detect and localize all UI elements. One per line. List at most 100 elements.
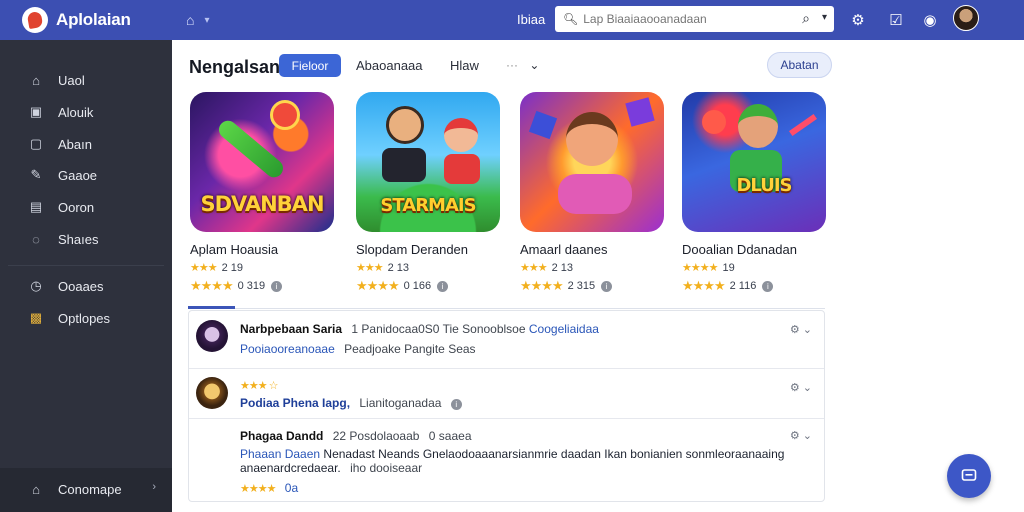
entry-actions[interactable]: ⚙ ⌄ <box>790 429 812 442</box>
sidebar-item-home[interactable]: ⌂ Uaol <box>0 65 172 95</box>
settings-icon[interactable]: ⚙ <box>848 10 868 30</box>
search-chevron-icon[interactable]: ▾ <box>822 12 827 23</box>
game-title[interactable]: Amaarl daanes <box>520 242 670 257</box>
sidebar-item-library[interactable]: ▢ Abaın <box>0 129 172 159</box>
image-icon: ▤ <box>29 199 43 214</box>
sidebar-item-label: Conomape <box>58 481 122 497</box>
tab-new[interactable]: Hlaw <box>450 58 479 73</box>
list-item[interactable]: ★★★ ☆ Podiaa Phena Iapg, Lianitoganadaa … <box>189 369 824 419</box>
review-stars: ★★★★ <box>520 278 564 293</box>
dropdown-dots-icon: ··· <box>506 58 518 72</box>
feed-tab-indicator <box>188 306 235 309</box>
entry-meta: Lianitoganadaa <box>359 396 442 410</box>
game-thumbnail[interactable]: STARMAIS <box>356 92 500 232</box>
entry-author[interactable]: Narbpebaan Saria <box>240 322 342 336</box>
search-box[interactable]: 🔍︎ ⌕ ▾ <box>555 6 834 32</box>
game-title[interactable]: Dooalian Ddanadan <box>682 242 832 257</box>
game-card[interactable]: Amaarl daanes ★★★ 2 13 ★★★★ 2 315 i <box>520 92 670 294</box>
entry-body: Nenadast Neands Gnelaodoaaanarsianmrie d… <box>240 447 785 475</box>
entry-rating-stars: ★★★★ <box>240 483 276 495</box>
chevron-right-icon[interactable]: › <box>152 481 156 493</box>
activity-feed: Narbpebaan Saria 1 Panidocaa0S0 Tie Sono… <box>188 310 825 502</box>
game-title[interactable]: Aplam Hoausia <box>190 242 340 257</box>
sidebar: ⌂ Uaol ▣ Alouik ▢ Abaın ✎ Gaaoe ▤ Ooron … <box>0 40 172 512</box>
entry-body-end: iho dooiseaar <box>350 461 423 475</box>
game-banner-text: DLUIS <box>736 175 792 196</box>
feed-divider <box>188 308 825 309</box>
info-icon[interactable]: i <box>450 399 462 410</box>
review-count: 2 315 <box>567 280 596 292</box>
sidebar-item-label: Ooaaes <box>58 278 104 294</box>
more-dropdown[interactable]: ··· ⌄ <box>506 58 539 72</box>
avatar[interactable] <box>196 320 228 352</box>
entry-sub-link[interactable]: Pooiaooreanoaae <box>240 342 335 356</box>
entry-title[interactable]: Podiaa Phena Iapg, <box>240 396 350 410</box>
entry-author[interactable]: Phagaa Dandd <box>240 429 323 443</box>
review-count: 0 319 <box>237 280 266 292</box>
info-icon[interactable]: i <box>601 280 613 292</box>
bag-icon: ▣ <box>29 104 43 119</box>
user-avatar[interactable] <box>953 5 979 31</box>
top-label[interactable]: Ibiaa <box>517 12 545 27</box>
tab-categories[interactable]: Abaoanaaa <box>356 58 423 73</box>
sidebar-item-components[interactable]: ⌂ Conomape <box>0 474 172 504</box>
list-item[interactable]: Phagaa Dandd 22 Posdolaoaab 0 saaea Phaa… <box>189 419 824 501</box>
game-thumbnail[interactable]: SDVANBAN <box>190 92 334 232</box>
sidebar-item-label: Optlopes <box>58 310 111 326</box>
sidebar-item-label: Alouik <box>58 104 94 120</box>
entry-actions[interactable]: ⚙ ⌄ <box>790 323 812 336</box>
review-count: 2 116 <box>729 280 757 292</box>
entry-rating-stars: ★★★ ☆ <box>240 380 279 392</box>
avatar[interactable] <box>196 377 228 409</box>
sidebar-item-store[interactable]: ▣ Alouik <box>0 97 172 127</box>
top-bar: Aplolaian ⌂ ▾ <box>0 0 1024 40</box>
search-submit-icon[interactable]: ⌕ <box>802 10 810 27</box>
entry-meta-2: 0 saaea <box>428 429 472 443</box>
sidebar-item-history[interactable]: ◷ Ooaaes <box>0 271 172 301</box>
entry-sub-text: Peadjoake Pangite Seas <box>344 342 476 356</box>
entry-link[interactable]: Coogeliaidaa <box>529 322 599 336</box>
app-name: Aplolaian <box>56 10 131 29</box>
info-icon[interactable]: i <box>762 280 774 292</box>
entry-actions[interactable]: ⚙ ⌄ <box>790 381 812 394</box>
tab-featured[interactable]: Fieloor <box>279 54 341 77</box>
list-item[interactable]: Narbpebaan Saria 1 Panidocaa0S0 Tie Sono… <box>189 311 824 369</box>
chevron-down-icon[interactable]: ▾ <box>204 15 209 26</box>
sidebar-item-games[interactable]: ✎ Gaaoe <box>0 160 172 190</box>
info-icon[interactable]: i <box>437 280 449 292</box>
game-card[interactable]: STARMAIS Slopdam Deranden ★★★ 2 13 ★★★★ 0 … <box>356 92 506 294</box>
sidebar-item-options[interactable]: ▩ Optlopes <box>0 303 172 333</box>
sidebar-divider <box>8 265 164 266</box>
rating-value: 19 <box>722 261 735 274</box>
gift-icon: ▩ <box>29 310 43 325</box>
rating-value: 2 13 <box>387 261 410 274</box>
chat-button[interactable] <box>947 454 991 498</box>
search-input[interactable] <box>583 12 774 26</box>
sidebar-item-label: Ooron <box>58 199 95 215</box>
action-button[interactable]: Abatan <box>767 52 832 78</box>
sidebar-item-label: Uaol <box>58 72 85 88</box>
sidebar-item-media[interactable]: ▤ Ooron <box>0 192 172 222</box>
game-banner-text: SDVANBAN <box>200 192 324 216</box>
sidebar-footer: ⌂ Conomape › <box>0 468 172 512</box>
info-icon[interactable]: i <box>271 280 283 292</box>
review-stars: ★★★★ <box>682 278 726 293</box>
home-icon[interactable]: ⌂ <box>186 12 194 28</box>
clock-icon: ◷ <box>30 278 42 293</box>
info-icon: ◌ <box>32 231 40 247</box>
game-title[interactable]: Slopdam Deranden <box>356 242 506 257</box>
app-logo <box>22 7 48 33</box>
sidebar-item-label: Gaaoe <box>58 167 98 183</box>
game-thumbnail[interactable]: DLUIS <box>682 92 826 232</box>
checkbox-icon[interactable]: ☑ <box>886 10 906 30</box>
entry-link[interactable]: Phaaan Daaen <box>240 447 320 461</box>
game-thumbnail[interactable] <box>520 92 664 232</box>
entry-foot-link[interactable]: 0a <box>285 481 298 495</box>
game-card[interactable]: DLUIS Dooalian Ddanadan ★★★★ 19 ★★★★ 2 116… <box>682 92 832 294</box>
record-icon[interactable]: ◉ <box>920 10 940 30</box>
rating-stars: ★★★ <box>190 262 218 274</box>
game-card[interactable]: SDVANBAN Aplam Hoausia ★★★ 2 19 ★★★★ 0 319… <box>190 92 340 294</box>
rating-stars: ★★★ <box>356 262 384 274</box>
sidebar-item-shares[interactable]: ◌ Shaıes <box>0 224 172 254</box>
brand[interactable]: Aplolaian <box>0 0 172 40</box>
